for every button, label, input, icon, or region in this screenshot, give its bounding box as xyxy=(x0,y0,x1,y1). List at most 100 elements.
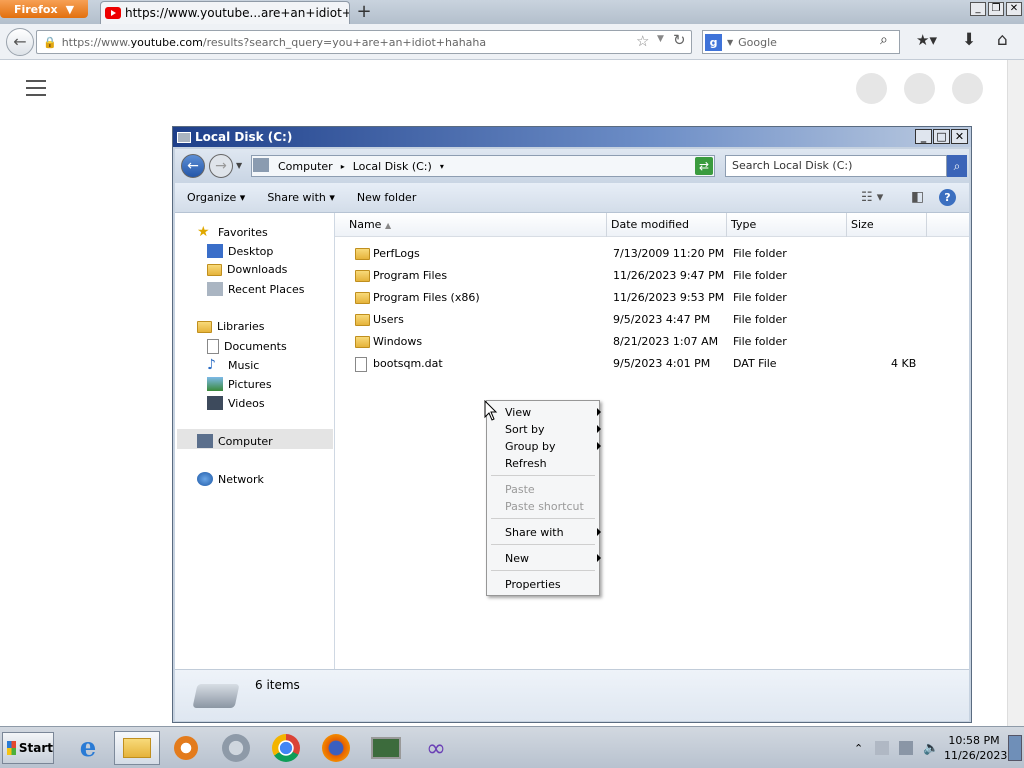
url-bar[interactable]: 🔒 https://www.youtube.com/results?search… xyxy=(36,30,692,54)
breadcrumb-computer[interactable]: Computer xyxy=(278,160,333,173)
file-type: DAT File xyxy=(733,357,777,370)
back-icon[interactable]: ← xyxy=(6,28,34,56)
chrome-icon[interactable] xyxy=(213,731,259,765)
column-type[interactable]: Type xyxy=(727,213,847,237)
window-title-bar[interactable]: Local Disk (C:) _ □ ✕ xyxy=(173,127,971,147)
menu-item-refresh[interactable]: Refresh xyxy=(505,457,597,470)
nav-downloads[interactable]: Downloads xyxy=(207,263,287,276)
bookmarks-icon[interactable]: ★▾ xyxy=(916,31,937,49)
preview-pane-icon[interactable]: ◧ xyxy=(911,189,924,205)
nav-recent-places[interactable]: Recent Places xyxy=(207,282,305,296)
file-row[interactable]: Program Files (x86) 11/26/2023 9:53 PM Fil… xyxy=(335,287,969,309)
menu-item-paste[interactable]: Paste xyxy=(505,483,597,496)
show-desktop-button[interactable] xyxy=(1008,735,1022,761)
minimize-icon[interactable]: _ xyxy=(970,2,986,16)
nav-music[interactable]: ♪ Music xyxy=(207,358,259,372)
search-icon[interactable]: ⌕ xyxy=(880,32,888,48)
file-name: PerfLogs xyxy=(373,247,420,260)
chevron-right-icon[interactable]: ▸ xyxy=(341,162,345,171)
back-icon[interactable]: ← xyxy=(181,154,205,178)
home-icon[interactable]: ⌂ xyxy=(997,30,1008,50)
menu-item-sort-by[interactable]: Sort by xyxy=(505,423,601,436)
new-folder-button[interactable]: New folder xyxy=(345,191,426,204)
forward-icon[interactable]: → xyxy=(209,154,233,178)
nav-computer[interactable]: Computer xyxy=(197,434,273,448)
menu-item-new[interactable]: New xyxy=(505,552,601,565)
chevron-down-icon[interactable]: ▼ xyxy=(236,161,242,170)
nav-recent-places-label: Recent Places xyxy=(228,282,305,296)
search-input[interactable]: Search Local Disk (C:) xyxy=(725,155,947,177)
star-icon[interactable]: ☆ xyxy=(636,32,649,50)
network-status-icon[interactable] xyxy=(899,741,914,755)
ie-icon[interactable]: e xyxy=(65,731,111,765)
search-bar[interactable]: g ▼ Google xyxy=(702,30,900,54)
nav-favorites[interactable]: ★ Favorites xyxy=(197,225,268,239)
yt-avatar-placeholder[interactable] xyxy=(904,73,935,104)
browser-nav-bar: ← 🔒 https://www.youtube.com/results?sear… xyxy=(0,24,1024,60)
breadcrumb-local-disk[interactable]: Local Disk (C:) xyxy=(353,160,432,173)
maximize-icon[interactable]: □ xyxy=(933,129,950,144)
file-row[interactable]: Windows 8/21/2023 1:07 AM File folder xyxy=(335,331,969,353)
firefox-icon[interactable] xyxy=(313,731,359,765)
browser-tab[interactable]: https://www.youtube...are+an+idiot+hahah… xyxy=(100,1,350,24)
menu-item-view[interactable]: View xyxy=(505,406,601,419)
visual-studio-icon[interactable]: ∞ xyxy=(413,731,459,765)
close-icon[interactable]: ✕ xyxy=(951,129,968,144)
refresh-icon[interactable]: ↻ xyxy=(673,31,686,49)
nav-documents[interactable]: Documents xyxy=(207,339,287,354)
start-button[interactable]: Start xyxy=(2,732,54,764)
firefox-menu-button[interactable]: Firefox ▼ xyxy=(0,0,88,18)
chevron-down-icon[interactable]: ▼ xyxy=(657,34,664,44)
nav-network[interactable]: Network xyxy=(197,472,264,486)
share-with-button[interactable]: Share with ▾ xyxy=(255,191,345,204)
file-row[interactable]: Program Files 11/26/2023 9:47 PM File fold… xyxy=(335,265,969,287)
new-tab-button[interactable]: + xyxy=(352,1,376,23)
explorer-icon[interactable] xyxy=(114,731,160,765)
download-icon[interactable]: ⬇ xyxy=(962,30,976,50)
file-date: 7/13/2009 11:20 PM xyxy=(613,247,725,260)
restore-icon[interactable]: ❐ xyxy=(988,2,1004,16)
close-icon[interactable]: ✕ xyxy=(1006,2,1022,16)
menu-separator xyxy=(491,518,595,519)
nav-computer-label: Computer xyxy=(218,434,273,448)
file-row[interactable]: Users 9/5/2023 4:47 PM File folder xyxy=(335,309,969,331)
page-scrollbar[interactable] xyxy=(1007,60,1024,726)
nav-libraries[interactable]: Libraries xyxy=(197,320,265,333)
task-manager-icon[interactable] xyxy=(363,731,409,765)
organize-button[interactable]: Organize ▾ xyxy=(175,191,255,204)
volume-icon[interactable]: 🔈 xyxy=(923,741,939,756)
yt-avatar-placeholder[interactable] xyxy=(952,73,983,104)
menu-item-share-with[interactable]: Share with xyxy=(505,526,601,539)
nav-videos[interactable]: Videos xyxy=(207,396,265,410)
file-date: 9/5/2023 4:47 PM xyxy=(613,313,711,326)
view-icon[interactable]: ☷ ▾ xyxy=(861,190,883,205)
nav-desktop[interactable]: Desktop xyxy=(207,244,273,258)
hamburger-icon[interactable] xyxy=(26,80,46,96)
nav-pictures[interactable]: Pictures xyxy=(207,377,272,391)
nav-pictures-label: Pictures xyxy=(228,377,272,391)
menu-item-paste-shortcut[interactable]: Paste shortcut xyxy=(505,500,597,513)
address-bar[interactable]: Computer ▸ Local Disk (C:) ▾ xyxy=(251,155,715,177)
chevron-down-icon[interactable]: ▾ xyxy=(440,162,444,171)
file-row[interactable]: PerfLogs 7/13/2009 11:20 PM File folder xyxy=(335,243,969,265)
file-size: 4 KB xyxy=(891,357,917,370)
media-player-icon[interactable] xyxy=(163,731,209,765)
tab-title: https://www.youtube...are+an+idiot+hahah… xyxy=(125,6,350,20)
column-size[interactable]: Size xyxy=(847,213,927,237)
column-date[interactable]: Date modified xyxy=(607,213,727,237)
search-icon[interactable]: ⌕ xyxy=(947,155,967,177)
action-center-icon[interactable] xyxy=(875,741,890,755)
file-row[interactable]: bootsqm.dat 9/5/2023 4:01 PM DAT File 4 KB xyxy=(335,353,969,375)
yt-avatar-placeholder[interactable] xyxy=(856,73,887,104)
chrome-icon[interactable] xyxy=(263,731,309,765)
minimize-icon[interactable]: _ xyxy=(915,129,932,144)
column-name[interactable]: Name ▲ xyxy=(335,213,607,237)
menu-item-properties[interactable]: Properties xyxy=(505,578,597,591)
menu-item-group-by[interactable]: Group by xyxy=(505,440,601,453)
show-hidden-icons-icon[interactable]: ⌃ xyxy=(854,742,863,755)
clock[interactable]: 10:58 PM 11/26/2023 xyxy=(944,733,1007,763)
submenu-arrow-icon xyxy=(597,554,601,562)
menu-item-new-label: New xyxy=(505,552,529,565)
refresh-icon[interactable]: ⇄ xyxy=(695,157,713,175)
help-icon[interactable]: ? xyxy=(939,189,956,206)
